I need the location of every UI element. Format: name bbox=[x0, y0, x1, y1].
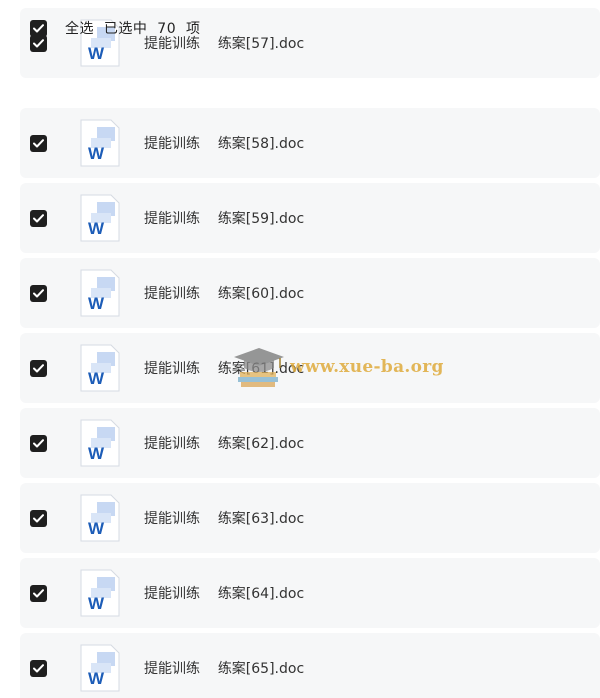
select-all-label[interactable]: 全选 已选中 70 项 bbox=[65, 18, 201, 38]
file-name-main: 练案[61].doc bbox=[217, 361, 305, 377]
word-doc-icon: W bbox=[80, 119, 120, 167]
select-all-checkbox[interactable] bbox=[30, 19, 47, 37]
checkmark-icon bbox=[33, 138, 44, 147]
svg-text:W: W bbox=[88, 519, 105, 538]
file-checkbox[interactable] bbox=[30, 209, 47, 227]
svg-text:W: W bbox=[88, 669, 105, 688]
file-row[interactable]: W 提能训练 练案[64].doc bbox=[20, 558, 600, 628]
file-name-prefix: 提能训练 bbox=[144, 586, 200, 602]
svg-text:W: W bbox=[88, 369, 105, 388]
file-checkbox[interactable] bbox=[30, 659, 47, 677]
file-row[interactable]: W 提能训练 练案[59].doc bbox=[20, 183, 600, 253]
file-row[interactable]: W 提能训练 练案[62].doc bbox=[20, 408, 600, 478]
file-checkbox[interactable] bbox=[30, 434, 47, 452]
file-checkbox[interactable] bbox=[30, 359, 47, 377]
file-name-prefix: 提能训练 bbox=[144, 511, 200, 527]
file-name: 提能训练 练案[62].doc bbox=[144, 433, 304, 453]
file-name-prefix: 提能训练 bbox=[144, 661, 200, 677]
word-doc-icon: W bbox=[80, 419, 120, 467]
file-row[interactable]: W 提能训练 练案[63].doc bbox=[20, 483, 600, 553]
word-doc-icon: W bbox=[80, 494, 120, 542]
file-name-prefix: 提能训练 bbox=[144, 211, 200, 227]
file-name: 提能训练 练案[64].doc bbox=[144, 583, 304, 603]
file-name: 提能训练 练案[63].doc bbox=[144, 508, 304, 528]
file-selection-page: W 提能训练 练案[57].doc W 提能训练 练案[58].doc W 提能… bbox=[0, 0, 600, 698]
file-name-main: 练案[59].doc bbox=[217, 211, 305, 227]
file-name-main: 练案[65].doc bbox=[217, 661, 305, 677]
checkmark-icon bbox=[33, 588, 44, 597]
checkmark-icon bbox=[33, 363, 44, 372]
word-doc-icon: W bbox=[80, 344, 120, 392]
file-name-main: 练案[62].doc bbox=[217, 436, 305, 452]
checkmark-icon bbox=[33, 213, 44, 222]
file-checkbox[interactable] bbox=[30, 134, 47, 152]
file-name-main: 练案[60].doc bbox=[217, 286, 305, 302]
file-name-main: 练案[58].doc bbox=[217, 136, 305, 152]
checkmark-icon bbox=[33, 513, 44, 522]
svg-text:W: W bbox=[88, 219, 105, 238]
word-doc-icon: W bbox=[80, 569, 120, 617]
svg-text:W: W bbox=[88, 444, 105, 463]
file-name-prefix: 提能训练 bbox=[144, 361, 200, 377]
file-checkbox[interactable] bbox=[30, 284, 47, 302]
file-name: 提能训练 练案[65].doc bbox=[144, 658, 304, 678]
svg-text:W: W bbox=[88, 144, 105, 163]
word-doc-icon: W bbox=[80, 644, 120, 692]
file-name: 提能训练 练案[59].doc bbox=[144, 208, 304, 228]
file-name: 提能训练 练案[58].doc bbox=[144, 133, 304, 153]
file-name-main: 练案[63].doc bbox=[217, 511, 305, 527]
checkmark-icon bbox=[33, 663, 44, 672]
checkmark-icon bbox=[33, 438, 44, 447]
file-name-prefix: 提能训练 bbox=[144, 436, 200, 452]
file-checkbox[interactable] bbox=[30, 584, 47, 602]
svg-text:W: W bbox=[88, 594, 105, 613]
select-all-bar: 全选 已选中 70 项 bbox=[20, 8, 600, 48]
checkmark-icon bbox=[33, 23, 44, 32]
file-name: 提能训练 练案[60].doc bbox=[144, 283, 304, 303]
word-doc-icon: W bbox=[80, 194, 120, 242]
file-name: 提能训练 练案[61].doc bbox=[144, 358, 304, 378]
word-doc-icon: W bbox=[80, 269, 120, 317]
checkmark-icon bbox=[33, 288, 44, 297]
file-name-prefix: 提能训练 bbox=[144, 136, 200, 152]
file-row[interactable]: W 提能训练 练案[58].doc bbox=[20, 108, 600, 178]
file-row[interactable]: W 提能训练 练案[61].doc bbox=[20, 333, 600, 403]
svg-text:W: W bbox=[88, 294, 105, 313]
file-row[interactable]: W 提能训练 练案[60].doc bbox=[20, 258, 600, 328]
file-row[interactable]: W 提能训练 练案[65].doc bbox=[20, 633, 600, 698]
file-name-main: 练案[64].doc bbox=[217, 586, 305, 602]
file-name-prefix: 提能训练 bbox=[144, 286, 200, 302]
file-checkbox[interactable] bbox=[30, 509, 47, 527]
